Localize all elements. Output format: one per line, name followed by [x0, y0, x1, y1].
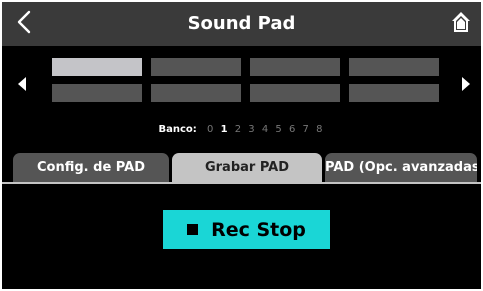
bank-6-button[interactable]: 6 [289, 124, 295, 135]
sound-pad-screen: Sound Pad Banco: 0 1 2 3 4 5 6 7 8 Confi… [2, 2, 481, 289]
tab-pad-advanced[interactable]: PAD (Opc. avanzadas) [325, 153, 477, 182]
back-button[interactable] [6, 8, 42, 40]
rec-stop-button[interactable]: Rec Stop [163, 210, 330, 249]
bank-1-button[interactable]: 1 [221, 124, 228, 135]
bank-0-button[interactable]: 0 [207, 124, 213, 135]
pad-7[interactable] [250, 84, 340, 102]
pad-4[interactable] [349, 58, 439, 76]
pad-3[interactable] [250, 58, 340, 76]
bank-label: Banco: [158, 124, 197, 135]
bank-7-button[interactable]: 7 [303, 124, 309, 135]
tab-record-pad[interactable]: Grabar PAD [172, 153, 322, 182]
home-button[interactable] [445, 8, 477, 40]
pad-6[interactable] [151, 84, 241, 102]
bank-8-button[interactable]: 8 [316, 124, 322, 135]
pad-2[interactable] [151, 58, 241, 76]
next-pads-button[interactable] [454, 64, 478, 108]
chevron-left-icon [17, 10, 31, 38]
pad-8[interactable] [349, 84, 439, 102]
bank-4-button[interactable]: 4 [262, 124, 268, 135]
stop-square-icon [187, 224, 199, 235]
triangle-left-icon [17, 76, 27, 96]
bank-2-button[interactable]: 2 [235, 124, 241, 135]
bank-3-button[interactable]: 3 [248, 124, 254, 135]
header-bar: Sound Pad [2, 2, 481, 46]
page-title: Sound Pad [187, 13, 296, 34]
pad-1[interactable] [52, 58, 142, 76]
prev-pads-button[interactable] [10, 64, 34, 108]
bank-5-button[interactable]: 5 [275, 124, 281, 135]
home-icon [451, 11, 471, 37]
triangle-right-icon [461, 76, 471, 96]
pad-5[interactable] [52, 84, 142, 102]
rec-stop-label: Rec Stop [211, 218, 306, 241]
bank-selector: Banco: 0 1 2 3 4 5 6 7 8 [2, 122, 481, 138]
tab-pad-config[interactable]: Config. de PAD [13, 153, 169, 182]
tab-divider [2, 182, 481, 184]
